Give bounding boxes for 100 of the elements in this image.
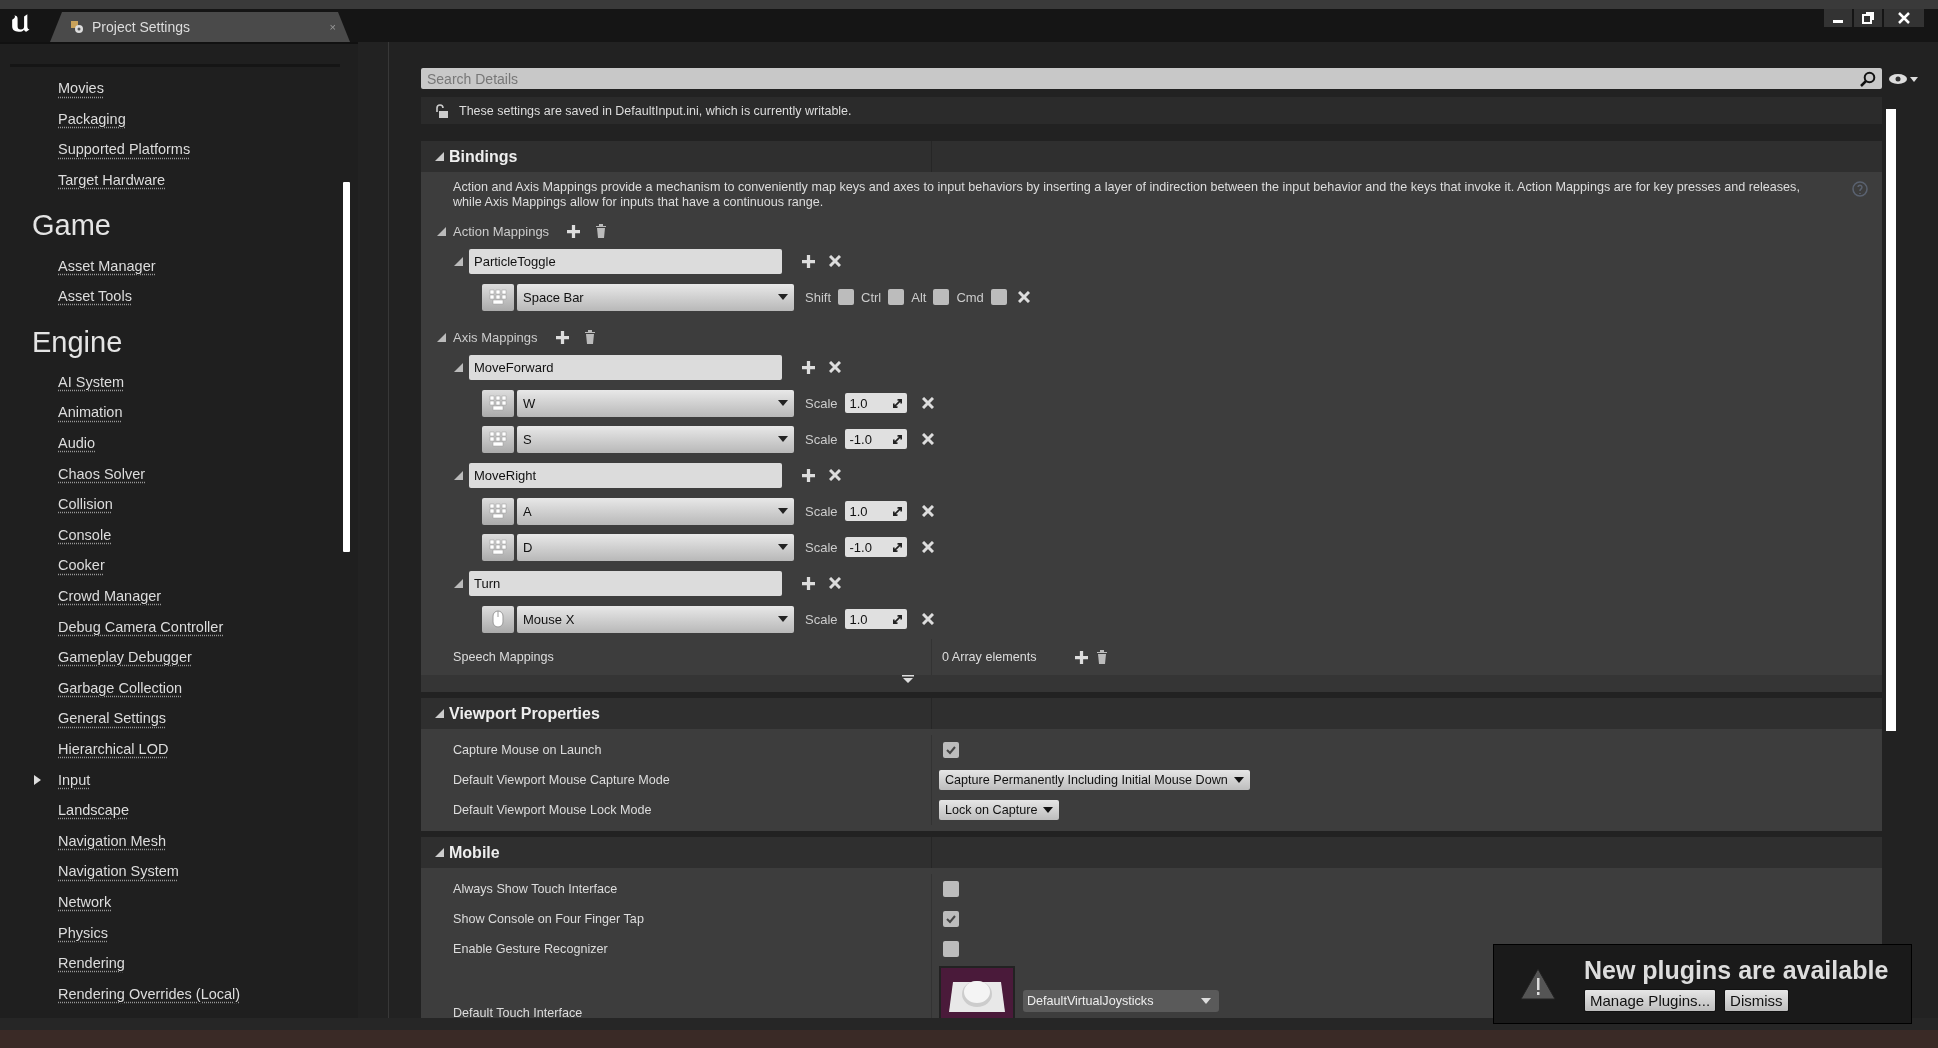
restore-icon[interactable]: [1854, 9, 1882, 27]
settings-link[interactable]: Network: [58, 893, 112, 910]
collapse-arrow-icon[interactable]: [437, 226, 446, 236]
collapse-arrow-icon[interactable]: [435, 709, 444, 718]
settings-link[interactable]: AI System: [58, 373, 125, 390]
section-header[interactable]: Mobile: [421, 837, 1882, 868]
notification-button[interactable]: Manage Plugins...: [1584, 989, 1717, 1012]
key-dropdown[interactable]: A: [517, 497, 794, 525]
settings-link[interactable]: Physics: [58, 924, 108, 941]
key-dropdown[interactable]: W: [517, 389, 794, 417]
combo-box[interactable]: Lock on Capture: [939, 800, 1060, 820]
minimize-icon[interactable]: [1824, 9, 1852, 27]
remove-icon[interactable]: [921, 541, 934, 553]
settings-link[interactable]: Asset Manager: [58, 257, 156, 274]
key-selector-button[interactable]: [482, 389, 514, 417]
checkbox[interactable]: [933, 289, 950, 305]
settings-link[interactable]: Console: [58, 526, 112, 543]
settings-link[interactable]: Movies: [58, 80, 104, 97]
settings-link[interactable]: Asset Tools: [58, 288, 132, 305]
advanced-toggle[interactable]: [421, 675, 1882, 692]
settings-link[interactable]: Navigation Mesh: [58, 832, 166, 849]
settings-link[interactable]: Cooker: [58, 557, 105, 574]
collapse-arrow-icon[interactable]: [437, 332, 446, 342]
key-selector-button[interactable]: [482, 533, 514, 561]
scale-field[interactable]: -1.0: [844, 537, 907, 557]
settings-link[interactable]: Audio: [58, 435, 96, 452]
key-dropdown[interactable]: Mouse X: [517, 605, 794, 633]
collapse-arrow-icon[interactable]: [454, 578, 463, 588]
notification-button[interactable]: Dismiss: [1724, 989, 1789, 1012]
add-icon[interactable]: [567, 224, 581, 238]
collapse-arrow-icon[interactable]: [435, 848, 444, 857]
settings-link[interactable]: Input: [58, 771, 91, 788]
trash-icon[interactable]: [583, 330, 596, 344]
add-icon[interactable]: [802, 468, 815, 482]
collapse-arrow-icon[interactable]: [454, 256, 463, 266]
visibility-options-icon[interactable]: [1888, 71, 1918, 86]
mapping-name-field[interactable]: ParticleToggle: [469, 248, 782, 274]
collapse-arrow-icon[interactable]: [454, 470, 463, 480]
settings-link[interactable]: Garbage Collection: [58, 679, 183, 696]
key-dropdown[interactable]: S: [517, 425, 794, 453]
settings-link[interactable]: Gameplay Debugger: [58, 649, 192, 666]
settings-link[interactable]: Landscape: [58, 802, 129, 819]
checkbox[interactable]: [888, 289, 905, 305]
mapping-name-field[interactable]: MoveRight: [469, 462, 782, 488]
collapse-arrow-icon[interactable]: [435, 152, 444, 161]
settings-link[interactable]: Target Hardware: [58, 172, 166, 189]
remove-icon[interactable]: [829, 255, 841, 267]
key-dropdown[interactable]: D: [517, 533, 794, 561]
checkbox[interactable]: [943, 941, 959, 957]
scale-field[interactable]: 1.0: [844, 393, 907, 413]
add-icon[interactable]: [802, 254, 815, 268]
add-icon[interactable]: [802, 360, 815, 374]
expand-arrow-icon[interactable]: [34, 774, 41, 785]
search-field[interactable]: Search Details: [421, 68, 1882, 89]
checkbox[interactable]: [990, 289, 1007, 305]
key-selector-button[interactable]: [482, 605, 514, 633]
settings-link[interactable]: Crowd Manager: [58, 588, 162, 604]
checkbox[interactable]: [943, 911, 959, 927]
scrollbar-thumb[interactable]: [343, 182, 350, 552]
collapse-arrow-icon[interactable]: [454, 362, 463, 372]
joystick-thumbnail[interactable]: [939, 966, 1015, 1018]
settings-link[interactable]: Navigation System: [58, 863, 179, 880]
settings-link[interactable]: Rendering Overrides (Local): [58, 985, 241, 1002]
remove-icon[interactable]: [829, 361, 841, 373]
settings-link[interactable]: Hierarchical LOD: [58, 741, 169, 757]
key-selector-button[interactable]: [482, 425, 514, 453]
settings-link[interactable]: Collision: [58, 496, 113, 513]
section-header[interactable]: Bindings: [421, 141, 1882, 172]
key-selector-button[interactable]: [482, 497, 514, 525]
project-settings-tab[interactable]: Project Settings ×: [50, 12, 350, 42]
add-icon[interactable]: [1074, 650, 1088, 664]
mapping-name-field[interactable]: MoveForward: [469, 354, 782, 380]
add-icon[interactable]: [802, 576, 815, 590]
mapping-name-field[interactable]: Turn: [469, 570, 782, 596]
remove-icon[interactable]: [921, 505, 934, 517]
scale-field[interactable]: 1.0: [844, 609, 907, 629]
key-dropdown[interactable]: Space Bar: [517, 283, 794, 311]
remove-icon[interactable]: [921, 433, 934, 445]
section-header[interactable]: Viewport Properties: [421, 698, 1882, 729]
settings-link[interactable]: Packaging: [58, 110, 126, 127]
checkbox[interactable]: [943, 742, 959, 758]
settings-link[interactable]: Chaos Solver: [58, 465, 146, 482]
settings-link[interactable]: Debug Camera Controller: [58, 618, 224, 635]
settings-link[interactable]: General Settings: [58, 710, 166, 727]
close-icon[interactable]: [1884, 9, 1924, 27]
settings-link[interactable]: Supported Platforms: [58, 141, 191, 158]
trash-icon[interactable]: [595, 224, 608, 238]
checkbox[interactable]: [943, 881, 959, 897]
key-selector-button[interactable]: [482, 283, 514, 311]
combo-box[interactable]: Capture Permanently Including Initial Mouse Down: [939, 770, 1250, 790]
settings-link[interactable]: Animation: [58, 404, 123, 421]
scrollbar-thumb[interactable]: [1886, 109, 1896, 731]
scale-field[interactable]: -1.0: [844, 429, 907, 449]
scale-field[interactable]: 1.0: [844, 501, 907, 521]
remove-icon[interactable]: [1017, 291, 1030, 303]
asset-dropdown[interactable]: DefaultVirtualJoysticks: [1023, 990, 1219, 1012]
remove-icon[interactable]: [829, 577, 841, 589]
remove-icon[interactable]: [921, 397, 934, 409]
remove-icon[interactable]: [921, 613, 934, 625]
trash-icon[interactable]: [1095, 650, 1108, 664]
